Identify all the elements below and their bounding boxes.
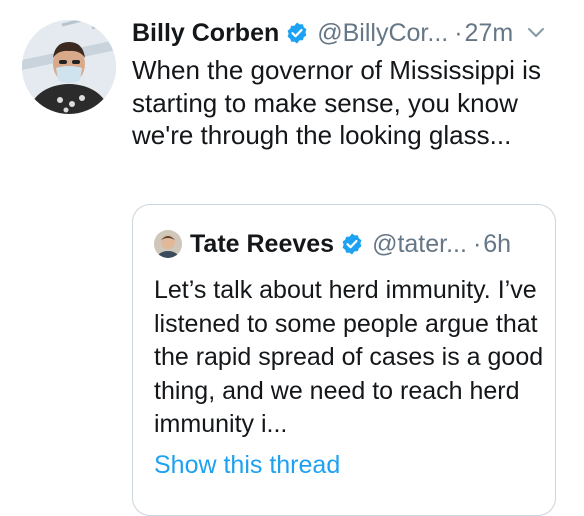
separator-dot: · xyxy=(454,18,463,47)
quoted-author-avatar[interactable] xyxy=(154,230,182,258)
tweet-text: When the governor of Mississippi is star… xyxy=(132,55,541,150)
author-handle[interactable]: @BillyCor... xyxy=(317,19,448,48)
quoted-separator-dot: · xyxy=(472,229,482,258)
verified-badge-icon xyxy=(285,21,309,45)
quoted-author-handle[interactable]: @tater... xyxy=(372,230,467,259)
author-name[interactable]: Billy Corben xyxy=(132,19,279,48)
quoted-tweet-timestamp[interactable]: 6h xyxy=(483,230,511,259)
show-thread-link[interactable]: Show this thread xyxy=(154,451,340,480)
chevron-down-icon[interactable] xyxy=(527,27,545,39)
avatar-photo-icon xyxy=(22,20,116,114)
quoted-verified-badge-icon xyxy=(340,232,364,256)
tweet-timestamp[interactable]: 27m xyxy=(465,19,514,48)
quoted-avatar-photo-icon xyxy=(154,230,182,258)
tweet-header: Billy Corben @BillyCor... · 27m xyxy=(132,14,545,52)
author-avatar[interactable] xyxy=(22,20,116,114)
quoted-tweet-text: Let’s talk about herd immunity. I’ve lis… xyxy=(154,276,544,438)
quoted-tweet-header: Tate Reeves @tater... · 6h xyxy=(154,225,511,263)
quoted-author-name[interactable]: Tate Reeves xyxy=(190,230,334,259)
quoted-tweet[interactable]: Tate Reeves @tater... · 6h Let’s talk ab… xyxy=(132,204,556,516)
